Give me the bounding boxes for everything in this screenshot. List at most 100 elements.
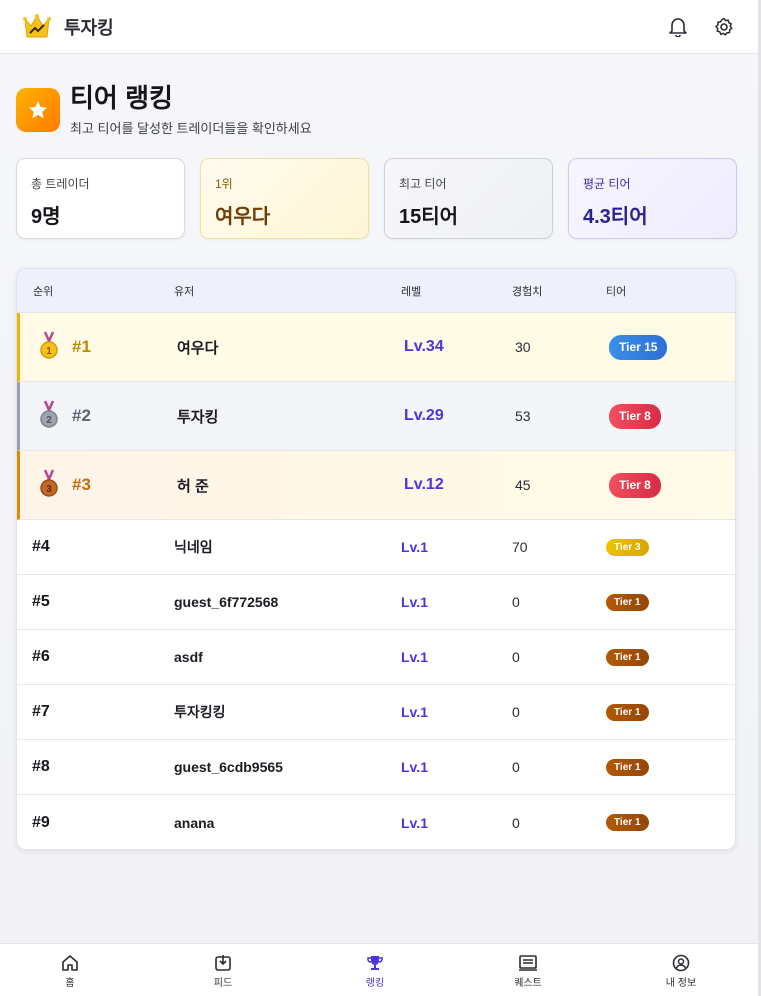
table-row[interactable]: #5 guest_6f772568 Lv.1 0 Tier 1 <box>17 575 735 630</box>
stat-value: 4.3티어 <box>583 206 648 228</box>
stat-first-place: 1위 여우다 <box>200 158 369 239</box>
user-name[interactable]: asdf <box>174 649 203 665</box>
user-exp: 0 <box>512 814 520 831</box>
rank-number: #7 <box>32 703 50 720</box>
user-exp: 30 <box>515 339 531 355</box>
tier-badge: Tier 1 <box>606 758 649 776</box>
page-heading: 티어 랭킹 최고 티어를 달성한 트레이더들을 확인하세요 <box>16 84 312 137</box>
user-name[interactable]: 허 준 <box>177 475 209 496</box>
user-exp: 53 <box>515 408 531 424</box>
user-name[interactable]: guest_6cdb9565 <box>174 759 283 775</box>
stat-total-traders: 총 트레이더 9명 <box>16 158 185 239</box>
rank-number: #8 <box>32 758 50 775</box>
user-level: Lv.1 <box>401 649 428 665</box>
nav-ranking[interactable]: 랭킹 <box>345 954 405 989</box>
page-subtitle: 최고 티어를 달성한 트레이더들을 확인하세요 <box>70 121 312 136</box>
tier-badge: Tier 1 <box>606 593 649 611</box>
user-name[interactable]: 닉네임 <box>174 537 213 557</box>
stat-label: 총 트레이더 <box>31 177 90 191</box>
user-name[interactable]: guest_6f772568 <box>174 594 278 610</box>
nav-feed[interactable]: 피드 <box>193 954 253 989</box>
tier-badge: Tier 8 <box>609 472 661 498</box>
header-user: 유저 <box>174 285 195 298</box>
stats-row: 총 트레이더 9명 1위 여우다 최고 티어 15티어 평균 티어 4.3티어 <box>16 158 737 239</box>
tier-badge: Tier 15 <box>609 334 668 360</box>
table-row[interactable]: #4 닉네임 Lv.1 70 Tier 3 <box>17 520 735 575</box>
tier-badge: Tier 1 <box>606 703 649 721</box>
user-level: Lv.12 <box>404 476 444 493</box>
user-exp: 0 <box>512 759 520 775</box>
bell-icon[interactable] <box>666 15 690 39</box>
table-row[interactable]: #8 guest_6cdb9565 Lv.1 0 Tier 1 <box>17 740 735 795</box>
stat-label: 1위 <box>215 177 233 191</box>
user-level: Lv.34 <box>404 338 444 355</box>
table-row[interactable]: 1 #1 여우다 Lv.34 30 Tier 15 <box>17 313 735 382</box>
tier-badge: Tier 1 <box>606 648 649 666</box>
star-icon <box>16 88 60 132</box>
crown-logo-icon[interactable] <box>22 12 52 42</box>
rank-number: #9 <box>32 813 50 831</box>
user-name[interactable]: 여우다 <box>177 337 218 358</box>
user-exp: 0 <box>512 704 520 720</box>
table-row[interactable]: #6 asdf Lv.1 0 Tier 1 <box>17 630 735 685</box>
nav-label: 홈 <box>65 978 75 989</box>
nav-quest[interactable]: 퀘스트 <box>498 954 558 989</box>
user-level: Lv.1 <box>401 539 428 555</box>
user-name[interactable]: anana <box>174 815 214 831</box>
svg-text:1: 1 <box>46 346 52 357</box>
user-exp: 0 <box>512 649 520 665</box>
stat-average-tier: 평균 티어 4.3티어 <box>568 158 737 239</box>
header-level: 레벨 <box>401 285 422 298</box>
table-row[interactable]: 2 #2 투자킹 Lv.29 53 Tier 8 <box>17 382 735 451</box>
user-name[interactable]: 투자킹 <box>177 406 218 427</box>
tier-badge: Tier 1 <box>606 814 649 831</box>
table-row[interactable]: #9 anana Lv.1 0 Tier 1 <box>17 795 735 849</box>
page-title: 티어 랭킹 <box>70 83 173 113</box>
stat-value: 9명 <box>31 206 61 228</box>
table-header: 순위 유저 레벨 경험치 티어 <box>17 269 735 313</box>
trophy-icon <box>367 956 383 970</box>
app-header: 투자킹 <box>0 0 758 54</box>
user-level: Lv.29 <box>404 407 444 424</box>
svg-text:3: 3 <box>46 484 52 495</box>
stat-label: 최고 티어 <box>399 177 447 191</box>
user-level: Lv.1 <box>401 704 428 720</box>
gear-icon[interactable] <box>712 15 736 39</box>
user-name[interactable]: 투자킹킹 <box>174 702 226 722</box>
nav-home[interactable]: 홈 <box>40 954 100 989</box>
stat-value: 여우다 <box>215 206 271 228</box>
profile-icon <box>672 954 690 972</box>
user-exp: 45 <box>515 477 531 493</box>
rank-number: #4 <box>32 538 50 555</box>
gold-medal-icon: 1 <box>40 331 58 359</box>
nav-profile[interactable]: 내 정보 <box>651 954 711 989</box>
ranking-table: 순위 유저 레벨 경험치 티어 1 #1 여우다 Lv.34 30 Tier 1… <box>16 268 736 850</box>
nav-label: 피드 <box>213 978 233 989</box>
table-row[interactable]: 3 #3 허 준 Lv.12 45 Tier 8 <box>17 451 735 520</box>
rank-number: #3 <box>72 475 91 494</box>
tier-badge: Tier 3 <box>606 538 649 556</box>
silver-medal-icon: 2 <box>40 400 58 428</box>
svg-text:2: 2 <box>46 415 52 426</box>
bottom-nav: 홈 피드 랭킹 퀘스트 내 정보 <box>0 943 758 996</box>
header-exp: 경험치 <box>512 285 543 298</box>
tier-badge: Tier 8 <box>609 403 661 429</box>
stat-top-tier: 최고 티어 15티어 <box>384 158 553 239</box>
user-level: Lv.1 <box>401 594 428 610</box>
nav-label: 퀘스트 <box>514 978 542 989</box>
nav-label: 랭킹 <box>365 978 385 989</box>
user-level: Lv.1 <box>401 759 428 775</box>
rank-number: #1 <box>72 337 91 356</box>
bronze-medal-icon: 3 <box>40 469 58 497</box>
header-rank: 순위 <box>33 285 54 298</box>
stat-label: 평균 티어 <box>583 177 631 191</box>
user-exp: 70 <box>512 539 528 555</box>
rank-number: #5 <box>32 593 50 610</box>
nav-label: 내 정보 <box>665 978 697 989</box>
table-row[interactable]: #7 투자킹킹 Lv.1 0 Tier 1 <box>17 685 735 740</box>
app-title: 투자킹 <box>64 17 114 38</box>
header-tier: 티어 <box>606 285 627 298</box>
feed-icon <box>215 955 231 971</box>
rank-number: #2 <box>72 406 91 425</box>
stat-value: 15티어 <box>399 206 459 228</box>
